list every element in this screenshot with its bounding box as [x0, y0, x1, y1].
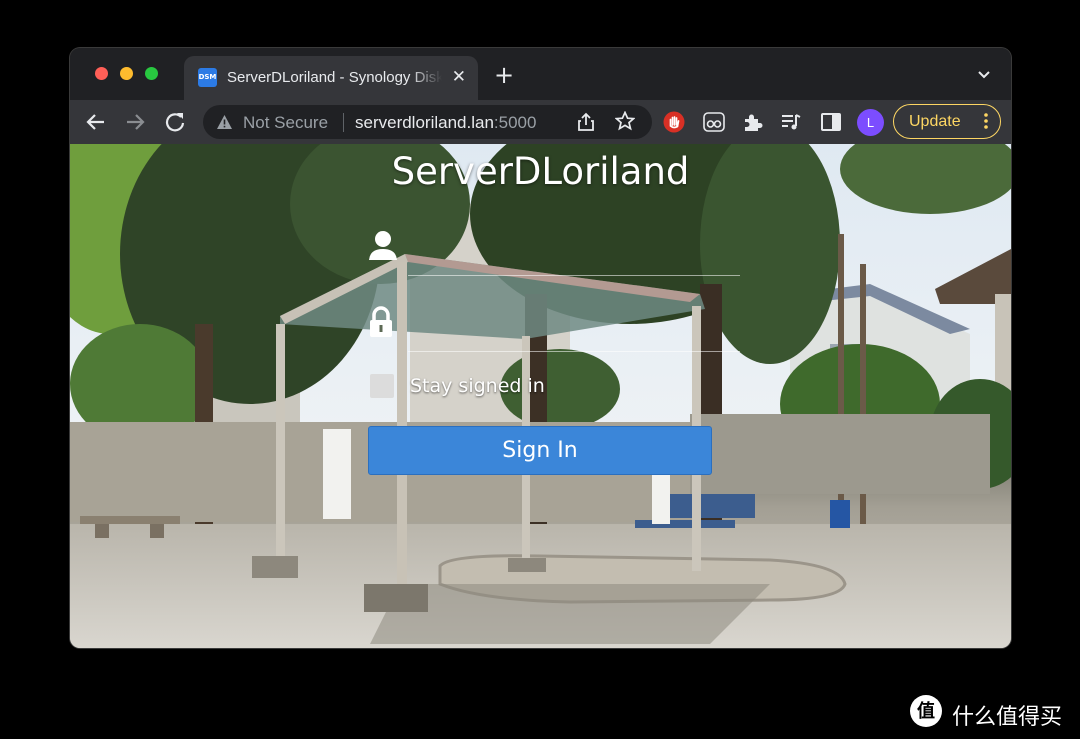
reader-icon[interactable] — [703, 111, 725, 133]
security-status-label[interactable]: Not Secure — [243, 113, 328, 133]
user-icon — [369, 231, 397, 260]
forward-arrow-icon[interactable] — [124, 111, 146, 133]
stay-signed-in-label[interactable]: Stay signed in — [410, 375, 545, 397]
address-bar[interactable]: Not Secure serverdloriland.lan:5000 — [203, 105, 652, 139]
url-port: :5000 — [493, 113, 537, 132]
update-button[interactable]: Update — [893, 104, 1001, 139]
zoom-window-button[interactable] — [145, 67, 158, 80]
media-queue-icon[interactable] — [780, 111, 802, 133]
back-arrow-icon[interactable] — [85, 111, 107, 133]
url-host: serverdloriland.lan — [355, 113, 494, 132]
update-label: Update — [909, 113, 961, 130]
bookmark-star-icon[interactable] — [615, 111, 635, 131]
username-input[interactable] — [408, 230, 740, 276]
side-panel-icon[interactable] — [820, 111, 842, 133]
omnibox-divider — [343, 113, 344, 132]
kebab-menu-icon — [984, 113, 988, 129]
tab-title: ServerDLoriland - Synology DiskStation — [227, 69, 442, 86]
browser-toolbar: Not Secure serverdloriland.lan:5000 L Up… — [70, 100, 1011, 144]
password-field — [368, 306, 740, 352]
warning-triangle-icon[interactable] — [216, 114, 233, 130]
stop-hand-icon[interactable] — [663, 111, 685, 133]
reload-icon[interactable] — [164, 111, 186, 133]
lock-icon — [370, 306, 392, 337]
page-content: ServerDLoriland Stay signed in Sign In — [70, 144, 1011, 648]
watermark-logo-icon: 值 — [910, 695, 942, 727]
dsm-favicon-icon: DSM — [198, 68, 217, 87]
close-window-button[interactable] — [95, 67, 108, 80]
puzzle-icon[interactable] — [742, 111, 764, 133]
watermark-text: 什么值得买 — [952, 705, 1063, 730]
tab-strip: DSM ServerDLoriland - Synology DiskStati… — [70, 48, 1011, 100]
new-tab-button[interactable]: + — [494, 62, 514, 88]
tab-active[interactable]: DSM ServerDLoriland - Synology DiskStati… — [184, 56, 478, 100]
tab-close-icon[interactable]: ✕ — [452, 67, 466, 87]
url-text[interactable]: serverdloriland.lan:5000 — [355, 113, 536, 133]
username-field — [368, 230, 740, 276]
password-input[interactable] — [408, 306, 740, 352]
share-icon[interactable] — [577, 112, 595, 132]
profile-avatar[interactable]: L — [857, 109, 884, 136]
minimize-window-button[interactable] — [120, 67, 133, 80]
stay-signed-in-checkbox[interactable] — [370, 374, 394, 398]
sign-in-button[interactable]: Sign In — [368, 426, 712, 475]
chevron-down-icon[interactable] — [977, 70, 991, 80]
browser-window: DSM ServerDLoriland - Synology DiskStati… — [70, 48, 1011, 648]
server-hostname-title: ServerDLoriland — [391, 150, 690, 193]
watermark: 值 什么值得买 — [910, 695, 1070, 730]
